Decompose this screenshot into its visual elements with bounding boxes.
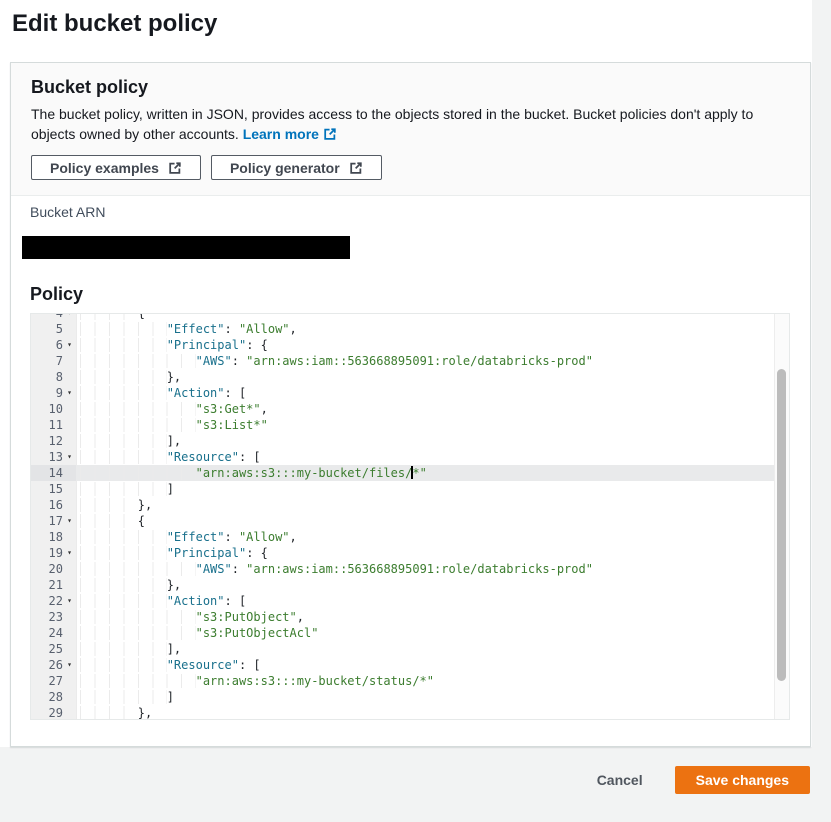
code-line[interactable]: 8 },: [31, 369, 775, 385]
external-link-icon: [349, 161, 363, 175]
code-line[interactable]: 25 ],: [31, 641, 775, 657]
fold-toggle-icon[interactable]: ▾: [63, 657, 76, 673]
external-link-icon: [323, 126, 337, 146]
learn-more-link[interactable]: Learn more: [243, 126, 337, 142]
line-number[interactable]: 16: [31, 497, 76, 513]
line-number[interactable]: 21: [31, 577, 76, 593]
external-link-icon: [168, 161, 182, 175]
editor-scrollbar-track[interactable]: [774, 314, 789, 719]
code-line[interactable]: 29 },: [31, 705, 775, 720]
code-line[interactable]: 17▾ {: [31, 513, 775, 529]
redacted-bucket-arn: [22, 236, 350, 259]
fold-toggle-icon[interactable]: ▾: [63, 313, 76, 321]
code-line[interactable]: 15 ]: [31, 481, 775, 497]
policy-examples-button[interactable]: Policy examples: [31, 155, 201, 180]
code-line[interactable]: 7 "AWS": "arn:aws:iam::563668895091:role…: [31, 353, 775, 369]
editor-rows: 4▾ {5 "Effect": "Allow",6▾ "Principal": …: [31, 313, 775, 720]
line-number[interactable]: 8: [31, 369, 76, 385]
card-description: The bucket policy, written in JSON, prov…: [31, 104, 783, 146]
policy-examples-label: Policy examples: [50, 160, 159, 176]
line-number[interactable]: 9▾: [31, 385, 76, 401]
code-line[interactable]: 28 ]: [31, 689, 775, 705]
content-column: Edit bucket policy Bucket policy The buc…: [0, 0, 812, 747]
line-number[interactable]: 22▾: [31, 593, 76, 609]
line-number[interactable]: 20: [31, 561, 76, 577]
line-number[interactable]: 29: [31, 705, 76, 720]
description-text: The bucket policy, written in JSON, prov…: [31, 106, 753, 142]
learn-more-label: Learn more: [243, 126, 319, 142]
line-number[interactable]: 12: [31, 433, 76, 449]
code-line[interactable]: 5 "Effect": "Allow",: [31, 321, 775, 337]
fold-toggle-icon[interactable]: ▾: [63, 593, 76, 609]
code-line[interactable]: 26▾ "Resource": [: [31, 657, 775, 673]
fold-toggle-icon[interactable]: ▾: [63, 337, 76, 353]
line-number[interactable]: 23: [31, 609, 76, 625]
line-number[interactable]: 28: [31, 689, 76, 705]
card-header: Bucket policy The bucket policy, written…: [11, 63, 810, 196]
line-number[interactable]: 4▾: [31, 313, 76, 321]
save-changes-button[interactable]: Save changes: [675, 766, 810, 794]
line-number[interactable]: 24: [31, 625, 76, 641]
code-line[interactable]: 4▾ {: [31, 313, 775, 321]
code-line[interactable]: 6▾ "Principal": {: [31, 337, 775, 353]
fold-toggle-icon[interactable]: ▾: [63, 545, 76, 561]
policy-section-title: Policy: [30, 282, 83, 306]
code-line[interactable]: 20 "AWS": "arn:aws:iam::563668895091:rol…: [31, 561, 775, 577]
card-title: Bucket policy: [31, 75, 790, 99]
code-line[interactable]: 14 "arn:aws:s3:::my-bucket/files/*": [31, 465, 775, 481]
page-title: Edit bucket policy: [12, 8, 217, 40]
policy-generator-button[interactable]: Policy generator: [211, 155, 382, 180]
line-number[interactable]: 10: [31, 401, 76, 417]
code-line[interactable]: 23 "s3:PutObject",: [31, 609, 775, 625]
code-line[interactable]: 27 "arn:aws:s3:::my-bucket/status/*": [31, 673, 775, 689]
policy-generator-label: Policy generator: [230, 160, 340, 176]
code-line[interactable]: 10 "s3:Get*",: [31, 401, 775, 417]
bucket-arn-label: Bucket ARN: [30, 202, 105, 222]
policy-code-editor[interactable]: 4▾ {5 "Effect": "Allow",6▾ "Principal": …: [30, 313, 790, 720]
editor-scrollbar-thumb[interactable]: [777, 369, 786, 681]
cancel-button[interactable]: Cancel: [597, 772, 643, 788]
code-line[interactable]: 12 ],: [31, 433, 775, 449]
line-number[interactable]: 14: [31, 465, 76, 481]
fold-toggle-icon[interactable]: ▾: [63, 385, 76, 401]
code-line[interactable]: 19▾ "Principal": {: [31, 545, 775, 561]
line-number[interactable]: 27: [31, 673, 76, 689]
footer-actions: Cancel Save changes: [597, 766, 810, 794]
line-number[interactable]: 26▾: [31, 657, 76, 673]
line-number[interactable]: 15: [31, 481, 76, 497]
header-buttons-row: Policy examples Policy generator: [31, 155, 790, 180]
code-line[interactable]: 9▾ "Action": [: [31, 385, 775, 401]
line-number[interactable]: 17▾: [31, 513, 76, 529]
line-number[interactable]: 11: [31, 417, 76, 433]
line-number[interactable]: 18: [31, 529, 76, 545]
code-line[interactable]: 11 "s3:List*": [31, 417, 775, 433]
code-line[interactable]: 21 },: [31, 577, 775, 593]
fold-toggle-icon[interactable]: ▾: [63, 513, 76, 529]
code-line[interactable]: 18 "Effect": "Allow",: [31, 529, 775, 545]
line-number[interactable]: 7: [31, 353, 76, 369]
code-line[interactable]: 22▾ "Action": [: [31, 593, 775, 609]
line-number[interactable]: 19▾: [31, 545, 76, 561]
line-number[interactable]: 25: [31, 641, 76, 657]
code-line[interactable]: 13▾ "Resource": [: [31, 449, 775, 465]
code-line[interactable]: 16 },: [31, 497, 775, 513]
line-number[interactable]: 6▾: [31, 337, 76, 353]
fold-toggle-icon[interactable]: ▾: [63, 449, 76, 465]
code-line[interactable]: 24 "s3:PutObjectAcl": [31, 625, 775, 641]
line-number[interactable]: 5: [31, 321, 76, 337]
line-number[interactable]: 13▾: [31, 449, 76, 465]
